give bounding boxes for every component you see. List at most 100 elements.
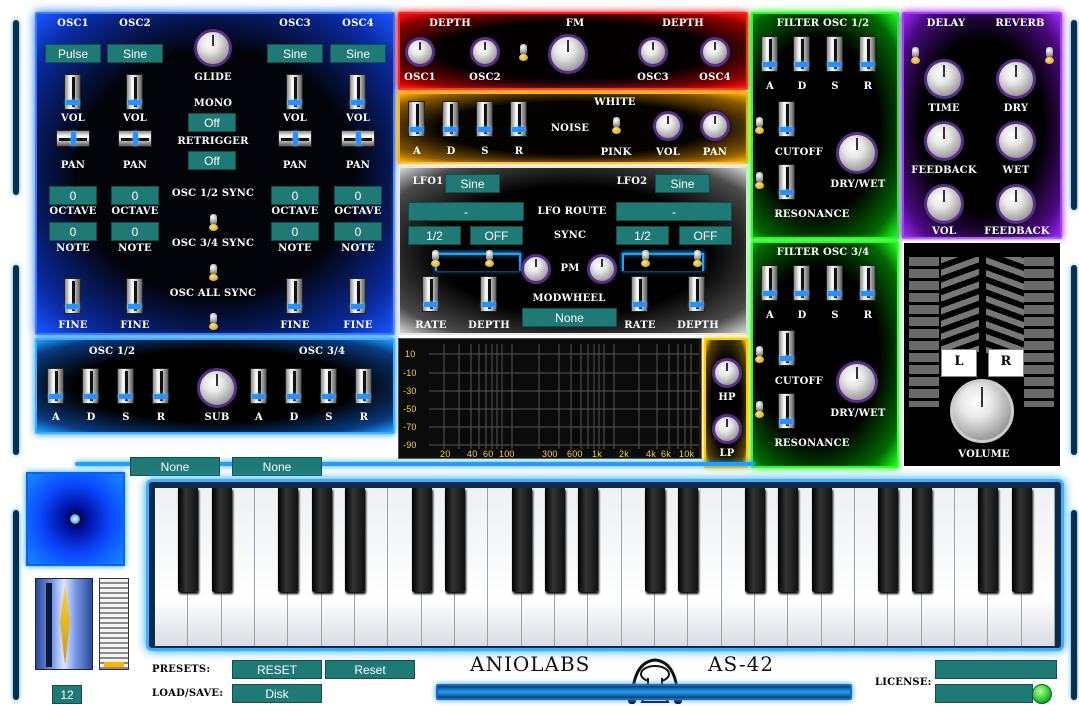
lfo2-depth-fader[interactable] (688, 276, 705, 312)
osc3-fine-fader[interactable] (286, 278, 303, 314)
lfo1-rate-division[interactable]: 1/2 (408, 226, 461, 245)
lfo1-depth-fader[interactable] (480, 276, 497, 312)
keyboard-select-1[interactable]: None (130, 457, 220, 476)
lfo1-pm-knob[interactable] (521, 254, 551, 284)
xy-pad-cursor[interactable] (70, 514, 80, 524)
osc34-sync-switch[interactable] (208, 264, 219, 281)
xy-pad[interactable] (26, 472, 125, 566)
eq-display[interactable]: 10 -10 -30 -50 -70 -90 20 40 60 100 300 … (398, 338, 702, 459)
fm-osc1-knob[interactable] (405, 37, 435, 67)
reverb-switch[interactable] (1044, 47, 1055, 64)
osc3-note-value[interactable]: 0 (271, 222, 319, 241)
fm-osc4-knob[interactable] (700, 37, 730, 67)
filter12-attack-fader[interactable] (761, 36, 778, 72)
osc2-note-value[interactable]: 0 (111, 222, 159, 241)
mod-wheel[interactable] (99, 578, 129, 670)
filter12-cutoff-switch[interactable] (754, 117, 765, 134)
osc2-vol-fader[interactable] (126, 74, 143, 110)
env34-sustain-fader[interactable] (320, 368, 337, 404)
black-key[interactable] (578, 488, 599, 592)
filter34-cutoff-fader[interactable] (778, 330, 795, 366)
black-key[interactable] (178, 488, 199, 592)
presets-reset-button[interactable]: RESET (232, 660, 322, 679)
osc3-octave-value[interactable]: 0 (271, 186, 319, 205)
noise-sustain-fader[interactable] (476, 101, 493, 137)
env34-attack-fader[interactable] (250, 368, 267, 404)
filter12-resonance-fader[interactable] (778, 164, 795, 200)
fm-osc3-knob[interactable] (638, 37, 668, 67)
black-key[interactable] (445, 488, 465, 592)
delay-time-knob[interactable] (924, 59, 964, 99)
env12-release-fader[interactable] (152, 368, 169, 404)
presets-select[interactable]: Reset (325, 660, 415, 679)
osc4-fine-fader[interactable] (349, 278, 366, 314)
reverb-wet-knob[interactable] (996, 121, 1036, 161)
osc1-note-value[interactable]: 0 (49, 222, 97, 241)
lfo2-rate-fader[interactable] (631, 276, 648, 312)
pitch-range-value[interactable]: 12 (52, 685, 82, 704)
filter34-sustain-fader[interactable] (826, 265, 843, 301)
osc4-vol-fader[interactable] (349, 74, 366, 110)
env12-sustain-fader[interactable] (117, 368, 134, 404)
lfo1-waveform-select[interactable]: Sine (445, 174, 500, 193)
glide-knob[interactable] (194, 29, 232, 67)
black-key[interactable] (745, 488, 765, 592)
noise-pan-knob[interactable] (700, 111, 730, 141)
mono-toggle[interactable]: Off (188, 113, 236, 132)
filter12-resonance-switch[interactable] (754, 172, 765, 189)
lfo2-waveform-select[interactable]: Sine (655, 174, 710, 193)
reverb-dry-knob[interactable] (996, 59, 1036, 99)
osc3-pan-fader[interactable] (278, 130, 312, 147)
black-key[interactable] (978, 488, 999, 592)
noise-vol-knob[interactable] (653, 111, 683, 141)
lfo1-rate-switch[interactable] (430, 250, 441, 267)
retrigger-toggle[interactable]: Off (188, 151, 236, 170)
filter34-resonance-switch[interactable] (754, 401, 765, 418)
lfo2-depth-switch[interactable] (692, 250, 703, 267)
black-key[interactable] (778, 488, 799, 592)
lfo2-rate-switch[interactable] (640, 250, 651, 267)
fm-osc2-knob[interactable] (470, 37, 500, 67)
oscall-sync-switch[interactable] (208, 313, 219, 330)
sub-osc-knob[interactable] (197, 368, 237, 408)
filter34-cutoff-switch[interactable] (754, 346, 765, 363)
noise-release-fader[interactable] (510, 101, 527, 137)
black-key[interactable] (645, 488, 665, 592)
filter12-decay-fader[interactable] (793, 36, 810, 72)
filter34-resonance-fader[interactable] (778, 393, 795, 429)
lfo2-route-select[interactable]: - (616, 202, 732, 221)
osc2-fine-fader[interactable] (126, 278, 143, 314)
reverb-feedback-knob[interactable] (996, 184, 1036, 224)
lfo2-sync-toggle[interactable]: OFF (679, 226, 732, 245)
filter12-cutoff-fader[interactable] (778, 101, 795, 137)
license-field-top[interactable] (935, 660, 1057, 679)
filter34-decay-fader[interactable] (793, 265, 810, 301)
delay-feedback-knob[interactable] (924, 121, 964, 161)
osc1-vol-fader[interactable] (64, 74, 81, 110)
pitch-wheel[interactable] (35, 578, 93, 670)
osc1-octave-value[interactable]: 0 (49, 186, 97, 205)
lfo1-sync-toggle[interactable]: OFF (470, 226, 523, 245)
filter34-attack-fader[interactable] (761, 265, 778, 301)
modwheel-select[interactable]: None (522, 308, 617, 327)
noise-color-switch[interactable] (611, 117, 622, 134)
osc4-pan-fader[interactable] (341, 130, 375, 147)
fm-switch[interactable] (518, 44, 529, 61)
highpass-knob[interactable] (712, 358, 742, 388)
keyboard-select-2[interactable]: None (232, 457, 322, 476)
lfo1-depth-switch[interactable] (484, 250, 495, 267)
filter12-drywet-knob[interactable] (836, 132, 878, 174)
osc12-sync-switch[interactable] (208, 214, 219, 231)
black-key[interactable] (911, 488, 932, 592)
black-key[interactable] (1011, 488, 1032, 592)
osc3-waveform-select[interactable]: Sine (267, 44, 323, 63)
keyboard[interactable] (146, 479, 1064, 651)
black-key[interactable] (411, 488, 432, 592)
env12-decay-fader[interactable] (82, 368, 99, 404)
black-key[interactable] (878, 488, 899, 592)
env34-decay-fader[interactable] (285, 368, 302, 404)
osc3-vol-fader[interactable] (286, 74, 303, 110)
black-key[interactable] (678, 488, 699, 592)
osc4-note-value[interactable]: 0 (334, 222, 382, 241)
lfo1-route-select[interactable]: - (408, 202, 524, 221)
